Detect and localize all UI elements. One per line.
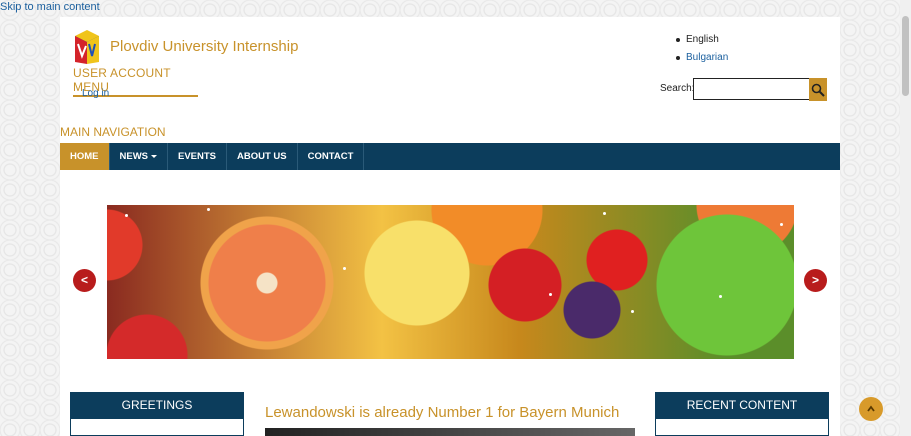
site-name[interactable]: Plovdiv University Internship (110, 38, 298, 55)
main-navigation-bar: HOME NEWS EVENTS ABOUT US CONTACT (60, 143, 840, 170)
slide-dot (631, 310, 634, 313)
caret-down-icon (151, 154, 157, 158)
slide-dot (549, 293, 552, 296)
greetings-block-title: GREETINGS (70, 392, 244, 419)
article-image (265, 428, 635, 436)
chevron-up-icon (867, 405, 875, 412)
skip-to-main-content-link[interactable]: Skip to main content (0, 1, 100, 13)
slider-next-button[interactable]: > (804, 269, 827, 292)
login-link[interactable]: Log in (82, 88, 109, 99)
slider-prev-button[interactable]: < (73, 269, 96, 292)
search-button[interactable] (809, 78, 827, 101)
nav-item-about-us[interactable]: ABOUT US (227, 143, 298, 170)
main-navigation-title: MAIN NAVIGATION (60, 125, 166, 139)
greetings-block-body (70, 419, 244, 436)
search-input[interactable] (693, 78, 810, 100)
language-english[interactable]: English (676, 34, 728, 52)
scrollbar-thumb[interactable] (902, 16, 909, 96)
search-icon (811, 83, 825, 97)
nav-item-contact[interactable]: CONTACT (298, 143, 365, 170)
back-to-top-button[interactable] (859, 397, 883, 421)
slide-dot (343, 267, 346, 270)
recent-content-block-title: RECENT CONTENT (655, 392, 829, 419)
article-title-link[interactable]: Lewandowski is already Number 1 for Baye… (265, 404, 619, 421)
language-switcher: English Bulgarian (676, 34, 728, 70)
slide-dot (125, 214, 128, 217)
recent-content-block-body (655, 419, 829, 436)
search-label: Search: (660, 83, 695, 94)
slide-dot (780, 223, 783, 226)
slide-dot (719, 295, 722, 298)
nav-item-events[interactable]: EVENTS (168, 143, 228, 170)
slide-dot (207, 208, 210, 211)
slider-image-fruit (107, 205, 794, 359)
nav-item-home[interactable]: HOME (60, 143, 110, 170)
slide-dot (603, 212, 606, 215)
nav-item-news-label: NEWS (119, 151, 149, 162)
page-container: Plovdiv University Internship USER ACCOU… (60, 17, 840, 436)
site-logo[interactable] (73, 30, 101, 64)
nav-item-news[interactable]: NEWS (110, 143, 168, 170)
page-scrollbar[interactable] (900, 0, 911, 436)
language-bulgarian[interactable]: Bulgarian (676, 52, 728, 70)
